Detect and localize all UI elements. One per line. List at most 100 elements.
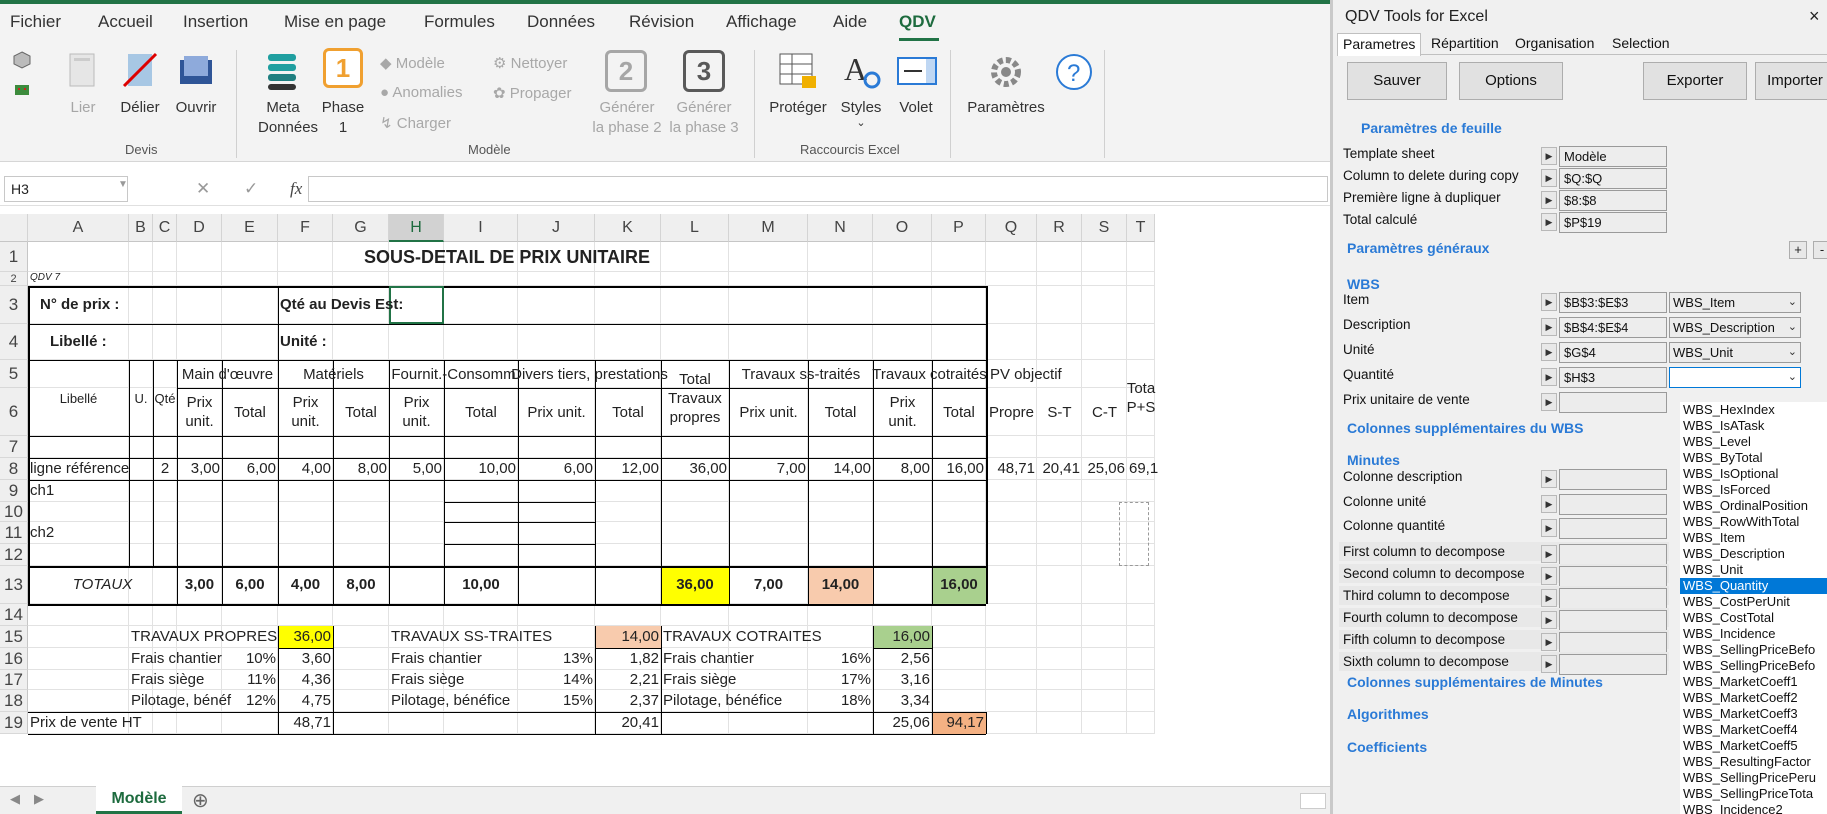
row-header-10[interactable]: 10 xyxy=(0,502,28,522)
importer-button[interactable]: Importer xyxy=(1755,62,1827,100)
cell-value[interactable]: 6,00 xyxy=(520,458,593,480)
tab-selection[interactable]: Selection xyxy=(1612,35,1670,51)
minutes-col-unite-picker-icon[interactable]: ▶ xyxy=(1541,495,1557,513)
close-icon[interactable]: × xyxy=(1809,6,1820,27)
row-header-7[interactable]: 7 xyxy=(0,436,28,458)
second-decompose-picker-icon[interactable]: ▶ xyxy=(1541,567,1557,585)
frais-percent[interactable]: 12% xyxy=(224,690,276,712)
fifth-decompose-picker-icon[interactable]: ▶ xyxy=(1541,633,1557,651)
cell-value[interactable]: 20,41 xyxy=(1039,458,1080,480)
proteger-button[interactable]: Protéger xyxy=(766,98,830,118)
header-total[interactable]: Total xyxy=(932,388,986,436)
ouvrir-button[interactable]: Ouvrir xyxy=(173,98,219,118)
header-prix-unit[interactable]: Prix unit. xyxy=(177,388,222,436)
row-header-9[interactable]: 9 xyxy=(0,480,28,502)
menu-affichage[interactable]: Affichage xyxy=(726,12,797,32)
row-header-16[interactable]: 16 xyxy=(0,648,28,670)
column-header-k[interactable]: K xyxy=(595,214,661,242)
cell-value[interactable]: 14,00 xyxy=(810,458,871,480)
column-header-c[interactable]: C xyxy=(153,214,177,242)
cell-value[interactable]: 8,00 xyxy=(335,458,387,480)
prix-vente-label[interactable]: Prix de vente HT xyxy=(30,712,175,734)
row-header-13[interactable]: 13 xyxy=(0,566,28,604)
column-header-i[interactable]: I xyxy=(444,214,518,242)
insert-function-icon[interactable]: fx xyxy=(290,179,302,199)
wbs-description-picker-icon[interactable]: ▶ xyxy=(1541,318,1557,336)
third-decompose-picker-icon[interactable]: ▶ xyxy=(1541,589,1557,607)
premiere-ligne-input[interactable]: $8:$8 xyxy=(1559,190,1667,211)
sheet-tab-modele[interactable]: Modèle xyxy=(96,786,182,814)
total-value[interactable]: 8,00 xyxy=(335,566,387,604)
row-header-4[interactable]: 4 xyxy=(0,324,28,360)
options-button[interactable]: Options xyxy=(1459,62,1563,100)
listbox-option[interactable]: WBS_SellingPriceBefo xyxy=(1680,642,1827,658)
listbox-option[interactable]: WBS_SellingPriceBefo xyxy=(1680,658,1827,674)
header-prix-unit[interactable]: Prix unit. xyxy=(729,388,808,436)
header-prix-unit[interactable]: Prix unit. xyxy=(873,388,932,436)
frais-percent[interactable]: 14% xyxy=(520,670,593,690)
row-header-15[interactable]: 15 xyxy=(0,626,28,648)
first-decompose-input[interactable] xyxy=(1559,544,1667,565)
column-header-b[interactable]: B xyxy=(129,214,153,242)
header-total[interactable]: Total xyxy=(222,388,278,436)
minutes-col-qte-picker-icon[interactable]: ▶ xyxy=(1541,519,1557,537)
listbox-option[interactable]: WBS_IsATask xyxy=(1680,418,1827,434)
libelle-label[interactable]: Libellé : xyxy=(30,324,151,360)
modele-button[interactable]: ◆ Modèle xyxy=(380,54,445,72)
cell-qte[interactable]: 2 xyxy=(155,458,175,480)
frais-value[interactable]: 2,21 xyxy=(597,670,659,690)
sauver-button[interactable]: Sauver xyxy=(1347,62,1447,100)
section-parametres-feuille[interactable]: Paramètres de feuille xyxy=(1361,120,1502,136)
menu-donnees[interactable]: Données xyxy=(527,12,595,32)
menu-accueil[interactable]: Accueil xyxy=(98,12,153,32)
wbs-item-input[interactable]: $B$3:$E$3 xyxy=(1559,292,1667,313)
listbox-option[interactable]: WBS_HexIndex xyxy=(1680,402,1827,418)
wbs-quantite-dropdown[interactable]: ⌄ xyxy=(1669,367,1801,388)
wbs-field-listbox[interactable]: WBS_HexIndex WBS_IsATask WBS_Level WBS_ByTo… xyxy=(1680,402,1827,814)
column-header-s[interactable]: S xyxy=(1082,214,1127,242)
listbox-option[interactable]: WBS_SellingPricePeru xyxy=(1680,770,1827,786)
column-header-a[interactable]: A xyxy=(28,214,129,242)
tab-repartition[interactable]: Répartition xyxy=(1431,35,1499,51)
add-sheet-icon[interactable]: ⊕ xyxy=(192,788,209,813)
row-header-12[interactable]: 12 xyxy=(0,544,28,566)
menu-fichier[interactable]: Fichier xyxy=(10,12,61,32)
section-colonnes-wbs[interactable]: Colonnes supplémentaires du WBS xyxy=(1347,420,1583,436)
cell-value[interactable]: 12,00 xyxy=(597,458,659,480)
header-prix-unit[interactable]: Prix unit. xyxy=(278,388,333,436)
row-header-2[interactable]: 2 xyxy=(0,272,28,286)
wbs-description-dropdown[interactable]: WBS_Description ⌄ xyxy=(1669,317,1801,338)
frais-percent[interactable]: 18% xyxy=(810,690,871,712)
parametres-button[interactable]: Paramètres xyxy=(960,98,1052,118)
header-propre[interactable]: Propre xyxy=(986,388,1037,436)
template-sheet-picker-icon[interactable]: ▶ xyxy=(1541,147,1557,165)
generer-phase3-button[interactable]: Générer la phase 3 xyxy=(668,98,740,138)
header-total[interactable]: Total xyxy=(333,388,389,436)
column-header-m[interactable]: M xyxy=(729,214,808,242)
header-travaux-cotraites[interactable]: Travaux cotraités xyxy=(872,360,987,388)
styles-button[interactable]: Styles ⌄ xyxy=(836,98,886,129)
total-value[interactable]: 7,00 xyxy=(731,566,806,604)
second-decompose-input[interactable] xyxy=(1559,566,1667,587)
help-icon[interactable]: ? xyxy=(1054,52,1094,92)
section-colonnes-minutes[interactable]: Colonnes supplémentaires de Minutes xyxy=(1347,674,1603,690)
row-header-11[interactable]: 11 xyxy=(0,522,28,544)
cell-value[interactable]: 8,00 xyxy=(875,458,930,480)
listbox-option[interactable]: WBS_Incidence xyxy=(1680,626,1827,642)
menu-aide[interactable]: Aide xyxy=(833,12,867,32)
wbs-unite-picker-icon[interactable]: ▶ xyxy=(1541,343,1557,361)
menu-qdv[interactable]: QDV xyxy=(899,12,936,32)
row-header-14[interactable]: 14 xyxy=(0,604,28,626)
propager-button[interactable]: ✿ Propager xyxy=(493,84,571,102)
header-u[interactable]: U. xyxy=(129,360,153,436)
header-total-travaux-propres[interactable]: Total Travaux propres xyxy=(661,360,729,436)
phase1-button[interactable]: Phase 1 xyxy=(320,98,366,138)
sixth-decompose-input[interactable] xyxy=(1559,654,1667,675)
column-header-p[interactable]: P xyxy=(932,214,986,242)
section-value[interactable]: 36,00 xyxy=(280,626,331,648)
header-fournitures[interactable]: Fournit.-Consomm xyxy=(389,360,518,388)
header-prix-unit[interactable]: Prix unit. xyxy=(518,388,595,436)
listbox-option[interactable]: WBS_MarketCoeff4 xyxy=(1680,722,1827,738)
pv-total-value[interactable]: 94,17 xyxy=(934,712,984,734)
listbox-option[interactable]: WBS_Item xyxy=(1680,530,1827,546)
